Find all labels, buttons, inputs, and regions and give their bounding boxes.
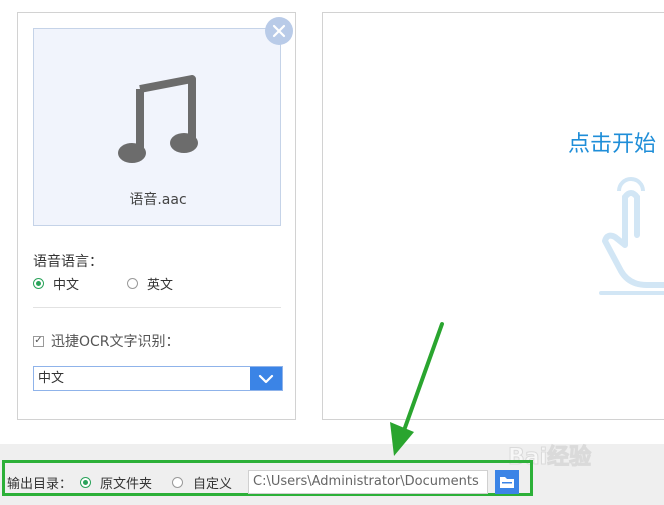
- radio-original-folder-label: 原文件夹: [100, 476, 153, 492]
- output-path-field[interactable]: C:\Users\Administrator\Documents: [248, 470, 488, 494]
- ocr-checkbox-label: 迅捷OCR文字识别：: [51, 334, 180, 350]
- output-label: 输出目录：: [7, 476, 73, 492]
- settings-panel: 语音.aac 语音语言： 中文 英文 ✓ 迅捷OCR文字识别： 中文: [17, 12, 296, 420]
- dropdown-button[interactable]: [250, 367, 282, 390]
- annotation-arrow: [390, 322, 444, 456]
- radio-custom[interactable]: [172, 476, 184, 488]
- radio-original-folder[interactable]: [80, 476, 92, 488]
- radio-chinese[interactable]: [33, 278, 44, 289]
- radio-custom-label: 自定义: [193, 476, 233, 492]
- language-options: 中文 英文: [33, 274, 173, 293]
- hand-pointer-icon: [599, 177, 664, 295]
- ocr-option[interactable]: ✓ 迅捷OCR文字识别：: [33, 331, 180, 351]
- ocr-language-select[interactable]: 中文: [33, 366, 283, 391]
- remove-file-button[interactable]: [265, 17, 293, 45]
- start-area[interactable]: 点击开始: [322, 12, 664, 420]
- radio-english[interactable]: [127, 278, 139, 289]
- browse-folder-button[interactable]: [495, 470, 519, 494]
- music-note-icon: [118, 75, 198, 163]
- output-directory-row: 输出目录： 原文件夹 自定义: [7, 470, 232, 494]
- file-name: 语音.aac: [129, 192, 187, 208]
- ocr-checkbox[interactable]: ✓: [33, 335, 44, 347]
- language-section-label: 语音语言：: [33, 254, 103, 270]
- chevron-down-icon: [258, 374, 274, 383]
- start-text[interactable]: 点击开始: [568, 126, 656, 158]
- folder-icon: [500, 477, 514, 488]
- ocr-language-value: 中文: [38, 371, 65, 386]
- radio-chinese-label: 中文: [53, 278, 80, 293]
- file-card[interactable]: 语音.aac: [33, 28, 281, 226]
- close-icon: [272, 24, 286, 38]
- radio-english-label: 英文: [147, 278, 174, 293]
- divider: [33, 307, 281, 308]
